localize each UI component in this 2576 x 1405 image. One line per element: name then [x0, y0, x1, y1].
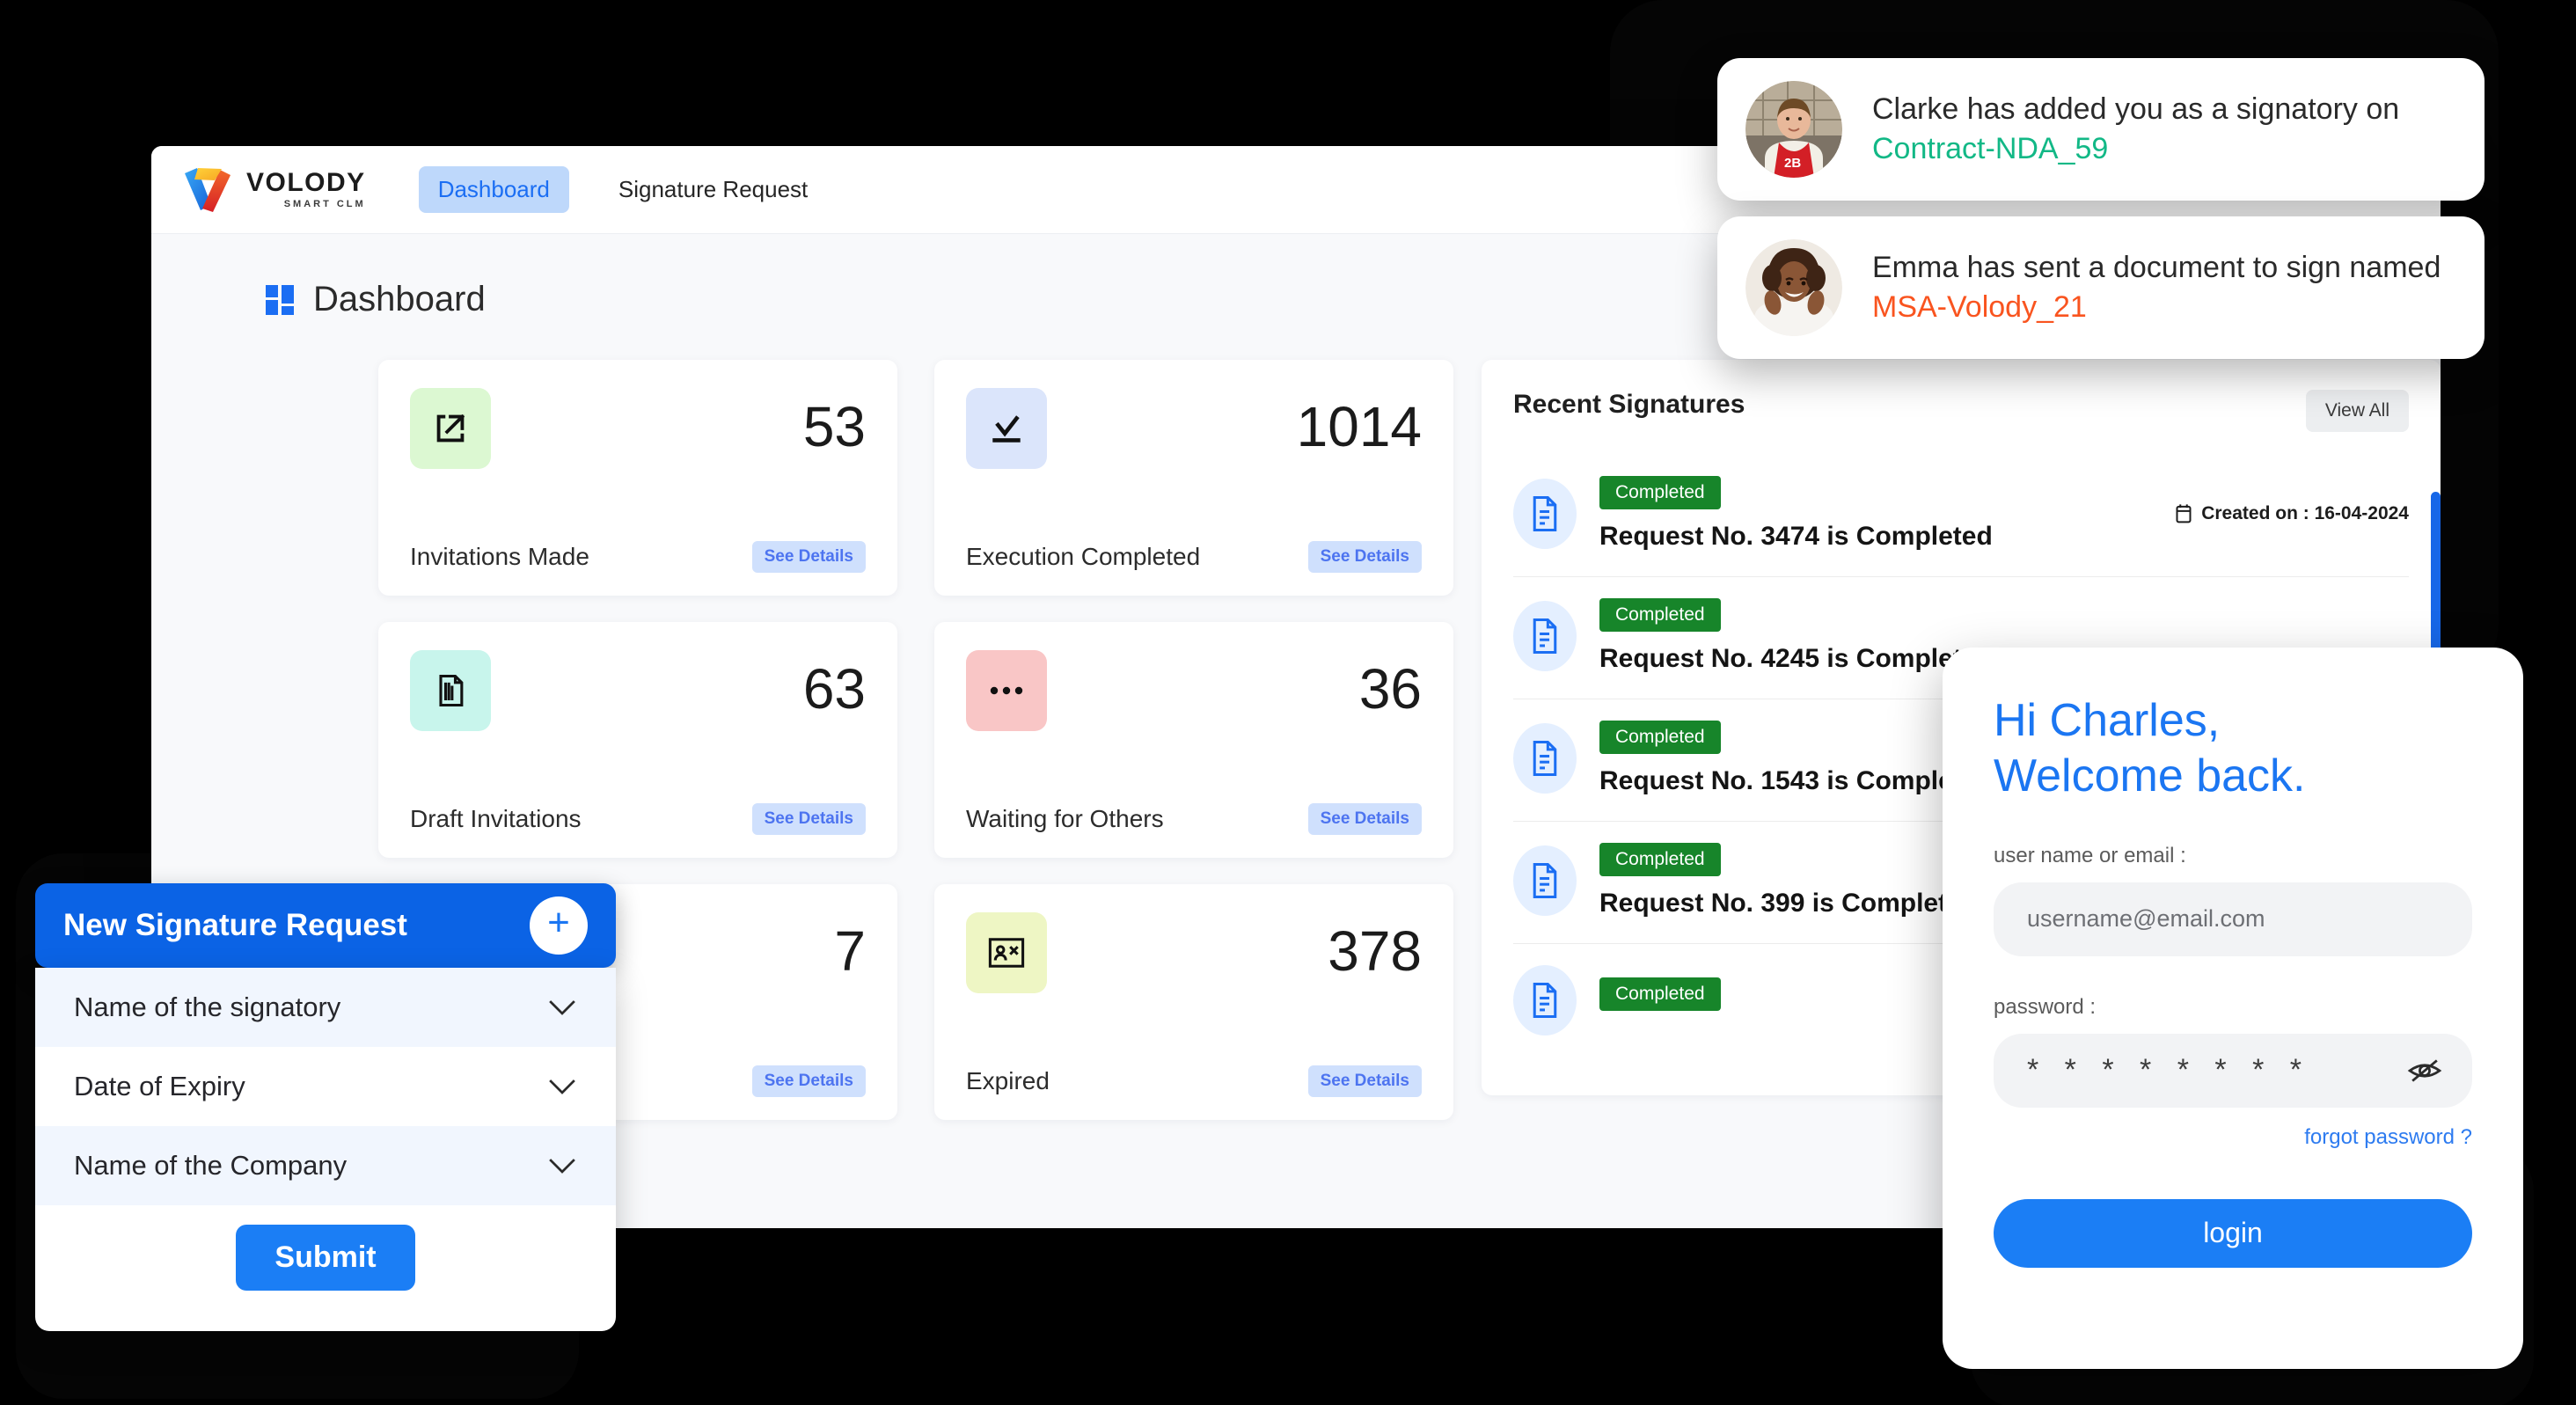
recent-signatures-title: Recent Signatures: [1513, 390, 1745, 419]
stat-value: 36: [1358, 657, 1422, 721]
external-link-icon: [410, 388, 491, 469]
dropdown-name-of-the-company[interactable]: Name of the Company: [35, 1126, 616, 1205]
document-icon: [1513, 845, 1577, 916]
stat-value: 7: [834, 919, 866, 983]
document-icon: [1513, 723, 1577, 794]
notification-text: Clarke has added you as a signatory on C…: [1872, 90, 2446, 169]
see-details-button[interactable]: See Details: [751, 803, 866, 835]
login-card: Hi Charles, Welcome back. user name or e…: [1943, 648, 2523, 1369]
status-badge: Completed: [1599, 977, 1721, 1011]
status-badge: Completed: [1599, 843, 1721, 876]
new-signature-request-form: Name of the signatory Date of Expiry Nam…: [35, 968, 616, 1331]
view-all-button[interactable]: View All: [2305, 390, 2409, 432]
stat-card-invitations-made[interactable]: 53 Invitations Made See Details: [378, 360, 897, 596]
nav-item-signature-request[interactable]: Signature Request: [599, 166, 827, 213]
plus-icon[interactable]: +: [530, 896, 588, 955]
see-details-button[interactable]: See Details: [1307, 541, 1422, 573]
stat-label: Execution Completed: [966, 543, 1201, 570]
dropdown-name-of-the-signatory[interactable]: Name of the signatory: [35, 968, 616, 1047]
see-details-button[interactable]: See Details: [1307, 1065, 1422, 1097]
stat-card-expired[interactable]: 378 Expired See Details: [934, 884, 1453, 1120]
list-item[interactable]: Completed Request No. 3474 is Completed …: [1513, 455, 2409, 577]
page-title: Dashboard: [313, 280, 486, 318]
stat-label: Invitations Made: [410, 543, 589, 570]
see-details-button[interactable]: See Details: [1307, 803, 1422, 835]
greeting-line-2: Welcome back.: [1994, 750, 2306, 802]
document-icon: [1513, 965, 1577, 1035]
document-icon: [1513, 601, 1577, 671]
stat-label: Waiting for Others: [966, 805, 1164, 832]
created-on-text: Created on : 16-04-2024: [2201, 503, 2409, 523]
recent-signatures-header: Recent Signatures View All: [1513, 390, 2409, 432]
stat-value: 63: [802, 657, 866, 721]
document-icon: [1513, 479, 1577, 549]
dashboard-grid-icon: [266, 284, 296, 315]
status-badge: Completed: [1599, 476, 1721, 509]
volody-logo-icon: [183, 166, 234, 214]
username-label: user name or email :: [1994, 843, 2186, 867]
greeting-line-1: Hi Charles,: [1994, 695, 2221, 746]
stat-label: Draft Invitations: [410, 805, 582, 832]
notification-toast[interactable]: 2B Clarke has added you as a signatory o…: [1717, 58, 2485, 201]
new-signature-request-header[interactable]: New Signature Request +: [35, 883, 616, 968]
notification-toast[interactable]: Emma has sent a document to sign named M…: [1717, 216, 2485, 359]
ellipsis-icon: [966, 650, 1047, 731]
login-greeting: Hi Charles, Welcome back.: [1994, 693, 2472, 805]
see-details-button[interactable]: See Details: [751, 1065, 866, 1097]
nav-item-dashboard[interactable]: Dashboard: [418, 166, 569, 213]
new-signature-request-panel: New Signature Request + Name of the sign…: [35, 883, 616, 1331]
password-label: password :: [1994, 994, 2097, 1019]
dropdown-date-of-expiry[interactable]: Date of Expiry: [35, 1047, 616, 1126]
draft-document-icon: [410, 650, 491, 731]
see-details-button[interactable]: See Details: [751, 541, 866, 573]
username-input[interactable]: username@email.com: [2027, 905, 2265, 933]
signature-request-text: Request No. 3474 is Completed: [1599, 522, 1993, 551]
submit-button[interactable]: Submit: [236, 1225, 415, 1291]
status-badge: Completed: [1599, 598, 1721, 632]
stat-card-draft-invitations[interactable]: 63 Draft Invitations See Details: [378, 622, 897, 858]
dropdown-label: Name of the signatory: [74, 992, 341, 1022]
chevron-down-icon: [547, 999, 577, 1016]
dropdown-label: Name of the Company: [74, 1150, 348, 1181]
forgot-password-link[interactable]: forgot password ?: [1994, 1125, 2472, 1150]
password-field[interactable]: * * * * * * * *: [1994, 1033, 2472, 1108]
expired-badge-icon: [966, 912, 1047, 993]
notification-text: Emma has sent a document to sign named M…: [1872, 248, 2446, 327]
calendar-icon: [2176, 504, 2192, 523]
notification-message: Clarke has added you as a signatory on: [1872, 92, 2400, 127]
notification-document-link[interactable]: MSA-Volody_21: [1872, 290, 2087, 324]
notification-message: Emma has sent a document to sign named: [1872, 251, 2441, 285]
logo-tagline: SMART CLM: [283, 199, 366, 209]
person-avatar-clarke: 2B: [1745, 81, 1842, 178]
login-button[interactable]: login: [1994, 1198, 2472, 1268]
password-input[interactable]: * * * * * * * *: [2027, 1053, 2310, 1087]
app-logo: VOLODY SMART CLM: [183, 166, 366, 214]
chevron-down-icon: [547, 1078, 577, 1095]
stat-value: 53: [802, 395, 866, 458]
svg-text:2B: 2B: [1784, 156, 1801, 171]
dropdown-label: Date of Expiry: [74, 1071, 245, 1101]
notification-document-link[interactable]: Contract-NDA_59: [1872, 132, 2108, 165]
person-avatar-emma: [1745, 239, 1842, 336]
username-field[interactable]: username@email.com: [1994, 882, 2472, 956]
stat-card-waiting-for-others[interactable]: 36 Waiting for Others See Details: [934, 622, 1453, 858]
stat-value: 1014: [1296, 395, 1422, 458]
eye-off-icon[interactable]: [2407, 1057, 2442, 1085]
check-down-icon: [966, 388, 1047, 469]
created-on-label: Created on : 16-04-2024: [2175, 503, 2409, 524]
stat-card-execution-completed[interactable]: 1014 Execution Completed See Details: [934, 360, 1453, 596]
chevron-down-icon: [547, 1157, 577, 1174]
new-signature-request-title: New Signature Request: [63, 908, 407, 942]
status-badge: Completed: [1599, 721, 1721, 754]
stat-value: 378: [1328, 919, 1422, 983]
logo-wordmark: VOLODY: [246, 168, 366, 197]
stat-label: Expired: [966, 1067, 1050, 1094]
